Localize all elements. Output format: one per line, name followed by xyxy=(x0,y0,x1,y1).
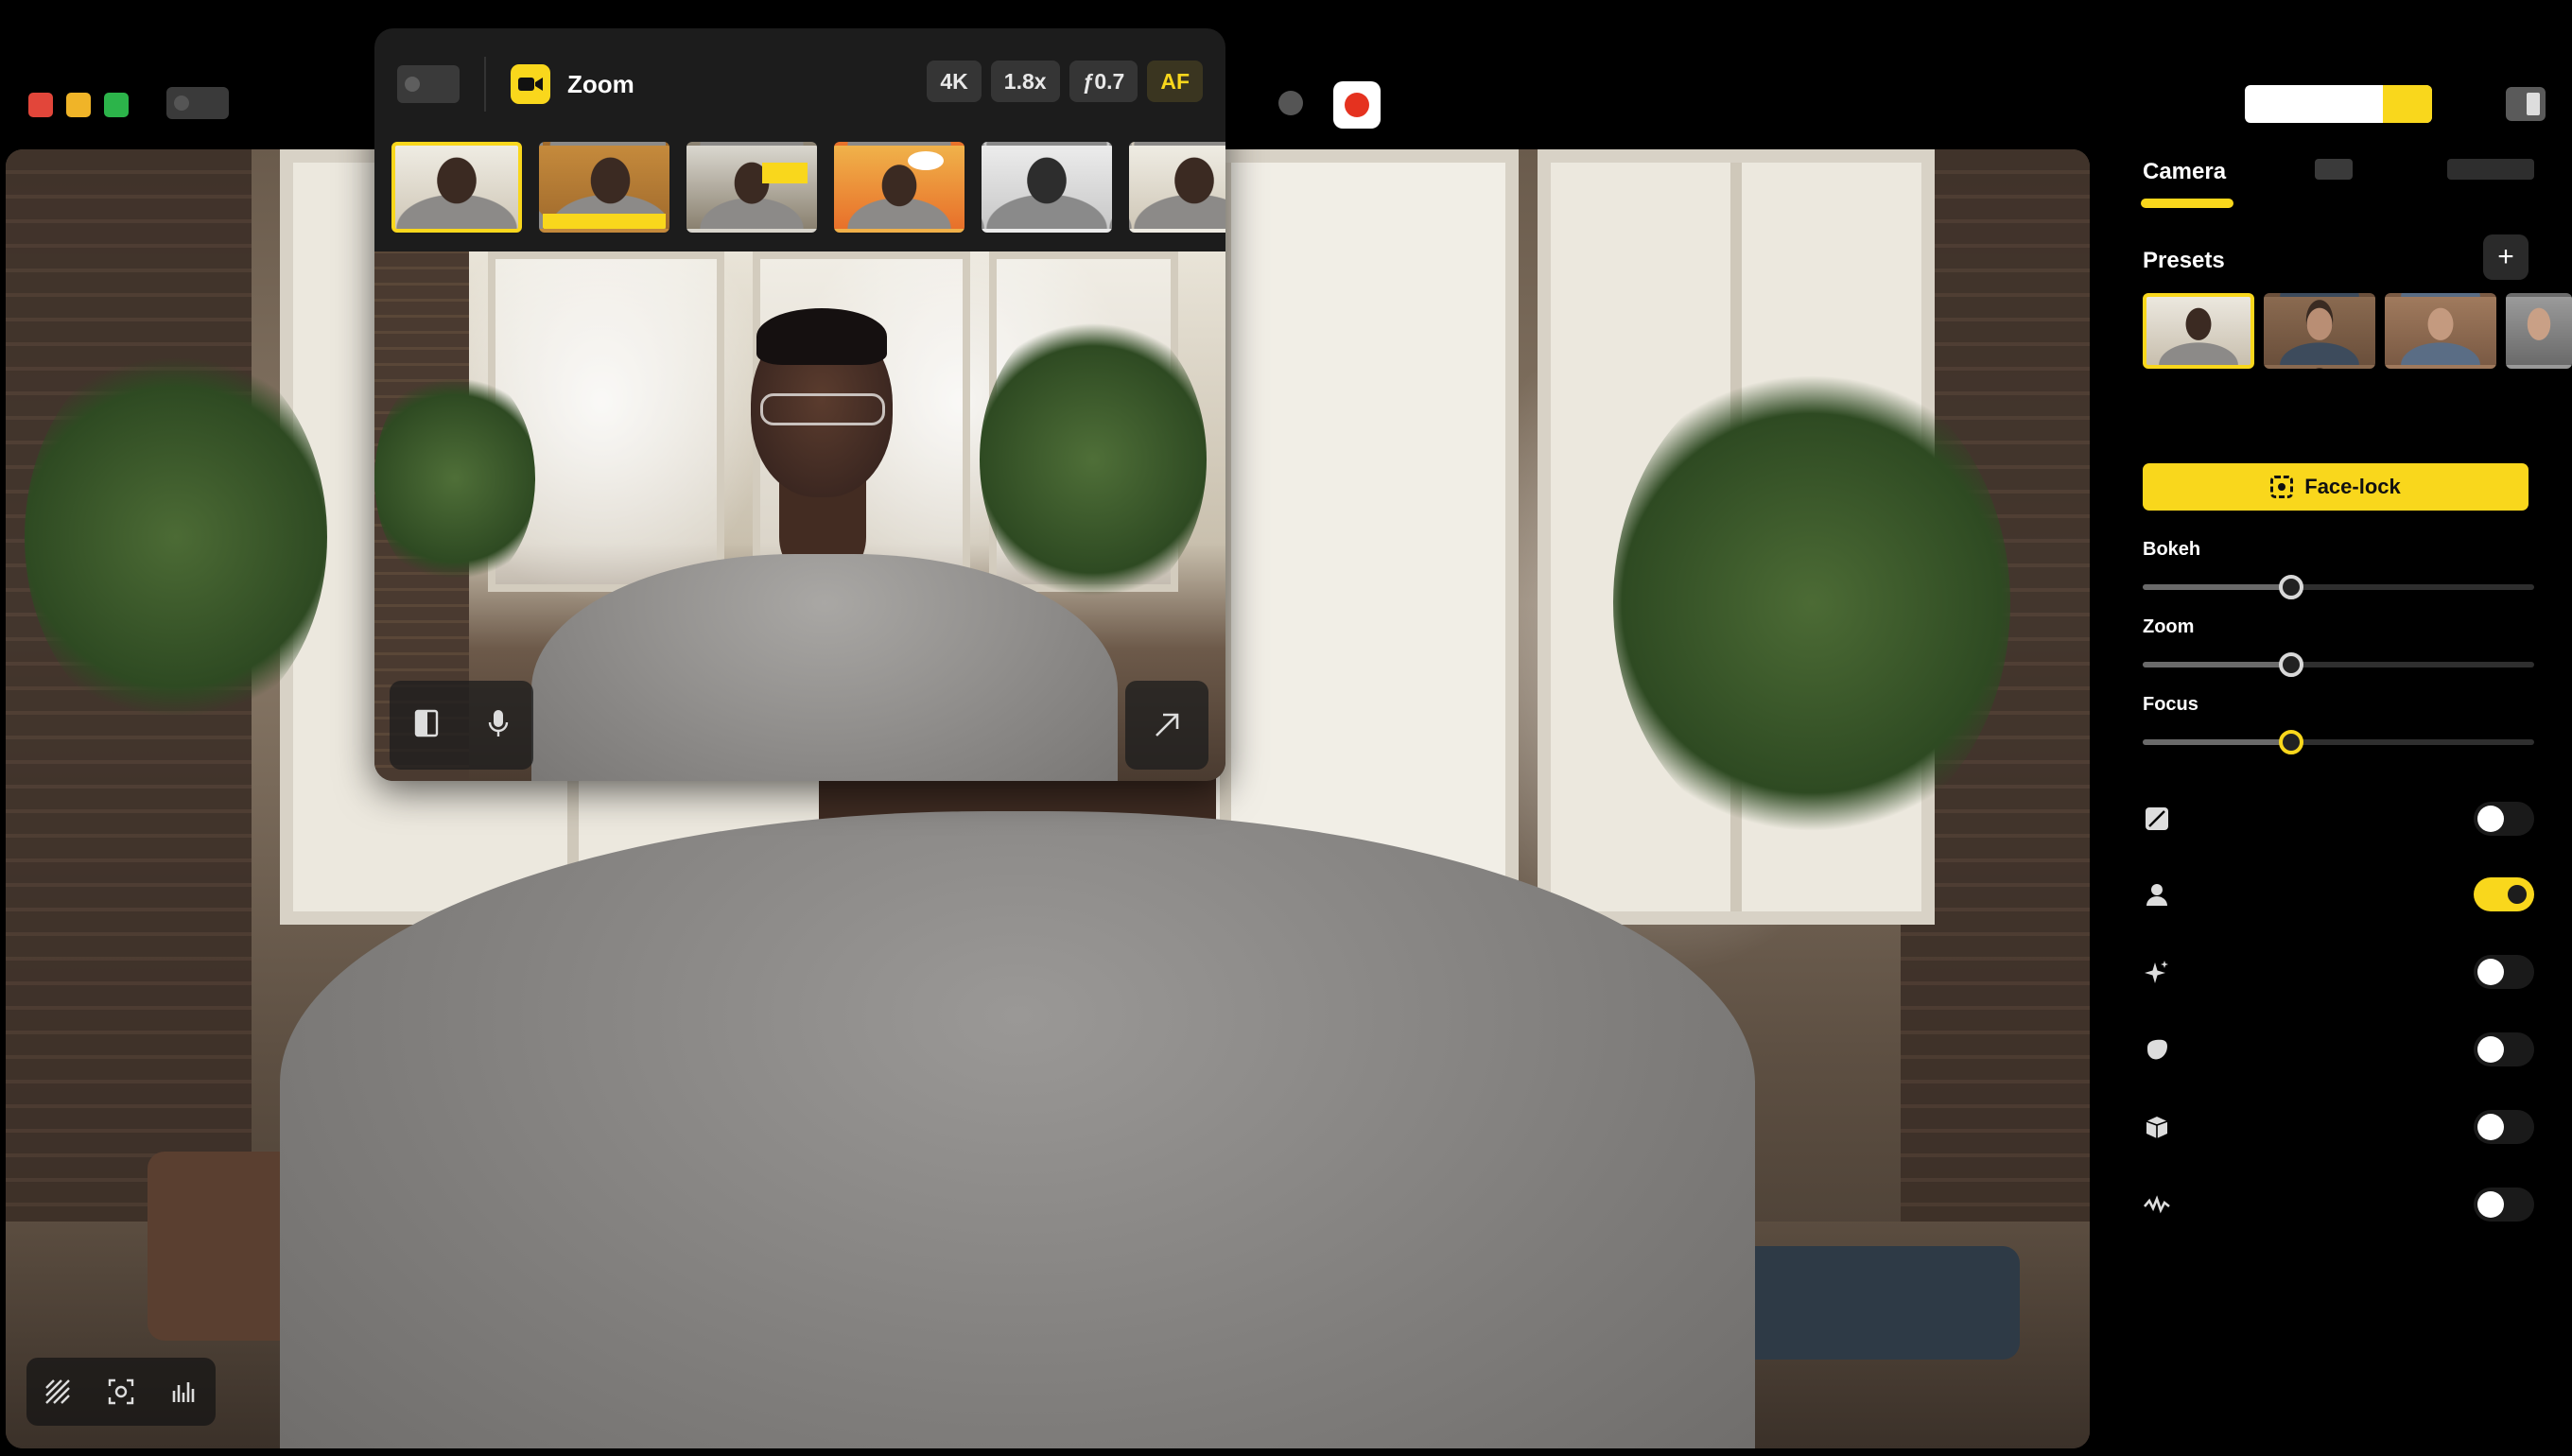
layout-toggle-button[interactable] xyxy=(2506,87,2546,121)
toggle-row xyxy=(2143,953,2534,991)
minimize-window-button[interactable] xyxy=(66,93,91,117)
split-view-icon[interactable] xyxy=(414,709,439,742)
status-dot xyxy=(1278,91,1303,115)
microphone-icon[interactable] xyxy=(487,708,510,743)
presets-list xyxy=(2143,293,2572,376)
drop-icon xyxy=(2143,1035,2171,1064)
camera-spec-chips: 4K 1.8x ƒ0.7 AF xyxy=(927,61,1203,102)
webcam-icon xyxy=(397,65,460,103)
grid-icon[interactable] xyxy=(42,1376,74,1408)
zoom-chip[interactable]: 1.8x xyxy=(990,61,1060,102)
expand-icon xyxy=(1156,713,1179,737)
preset-item[interactable] xyxy=(2143,293,2254,376)
preset-item[interactable] xyxy=(2385,293,2496,376)
resolution-chip[interactable]: 4K xyxy=(927,61,982,102)
wave-icon xyxy=(2143,1190,2171,1219)
toggle-switch[interactable] xyxy=(2474,955,2534,989)
toggle-switch[interactable] xyxy=(2474,1187,2534,1222)
toggle-row xyxy=(2143,800,2534,838)
cube-icon xyxy=(2143,1113,2171,1141)
record-button[interactable] xyxy=(1333,81,1381,129)
video-tools xyxy=(26,1358,216,1426)
focus-slider-knob[interactable] xyxy=(2279,730,2304,754)
speaker xyxy=(280,811,1755,1448)
active-tab-indicator xyxy=(2141,199,2233,208)
filter-thumbnail[interactable] xyxy=(834,142,964,233)
filter-thumbnails xyxy=(391,142,1225,233)
histogram-icon[interactable] xyxy=(168,1376,200,1408)
zoom-slider[interactable] xyxy=(2143,652,2534,677)
record-icon xyxy=(1345,93,1369,117)
presets-title: Presets xyxy=(2143,248,2225,273)
face-lock-icon xyxy=(2270,476,2294,498)
focus-slider[interactable] xyxy=(2143,730,2534,754)
level-meter-fill xyxy=(2383,85,2432,123)
zoom-app-icon xyxy=(511,64,550,104)
toggle-switch[interactable] xyxy=(2474,1032,2534,1066)
face-lock-button[interactable]: Face-lock xyxy=(2143,463,2529,511)
focus-label: Focus xyxy=(2143,694,2198,715)
toggle-row xyxy=(2143,1031,2534,1068)
toggle-switch[interactable] xyxy=(2474,1110,2534,1144)
camera-device-icon[interactable] xyxy=(166,87,229,119)
toggle-row xyxy=(2143,1186,2534,1223)
panel-controls xyxy=(390,681,533,770)
tab-tertiary[interactable] xyxy=(2447,159,2534,180)
filter-thumbnail[interactable] xyxy=(686,142,817,233)
add-preset-button[interactable]: + xyxy=(2483,234,2529,280)
toggle-switch[interactable] xyxy=(2474,877,2534,911)
face-lock-label: Face-lock xyxy=(2304,475,2401,498)
toggle-switch[interactable] xyxy=(2474,802,2534,836)
aperture-chip[interactable]: ƒ0.7 xyxy=(1069,61,1138,102)
bokeh-slider[interactable] xyxy=(2143,575,2534,599)
zoom-window-button[interactable] xyxy=(104,93,129,117)
zoom-label: Zoom xyxy=(2143,616,2195,637)
filter-thumbnail[interactable] xyxy=(539,142,669,233)
bokeh-slider-knob[interactable] xyxy=(2279,575,2304,599)
filter-thumbnail[interactable] xyxy=(391,142,522,233)
camera-panel-title: Zoom xyxy=(567,69,634,98)
close-window-button[interactable] xyxy=(28,93,53,117)
level-meter xyxy=(2245,85,2432,123)
focus-icon[interactable] xyxy=(105,1376,137,1408)
toggle-row xyxy=(2143,1108,2534,1146)
bokeh-label: Bokeh xyxy=(2143,539,2201,560)
sparkle-icon xyxy=(2143,958,2171,986)
preset-item[interactable] xyxy=(2264,293,2375,376)
window-controls xyxy=(28,93,129,117)
zoom-slider-knob[interactable] xyxy=(2279,652,2304,677)
camera-panel: Zoom 4K 1.8x ƒ0.7 AF xyxy=(374,28,1225,781)
tab-secondary[interactable] xyxy=(2315,159,2353,180)
filter-thumbnail[interactable] xyxy=(1129,142,1225,233)
tab-camera[interactable]: Camera xyxy=(2143,159,2226,185)
slash-square-icon xyxy=(2143,805,2171,833)
autofocus-chip[interactable]: AF xyxy=(1147,61,1203,102)
preset-item[interactable] xyxy=(2506,293,2572,376)
camera-panel-header: Zoom 4K 1.8x ƒ0.7 AF xyxy=(374,28,1225,140)
sidebar-tabs: Camera xyxy=(2143,159,2226,185)
user-icon xyxy=(2143,880,2171,909)
filter-thumbnail[interactable] xyxy=(982,142,1112,233)
toggle-row xyxy=(2143,875,2534,913)
expand-button[interactable] xyxy=(1125,681,1208,770)
